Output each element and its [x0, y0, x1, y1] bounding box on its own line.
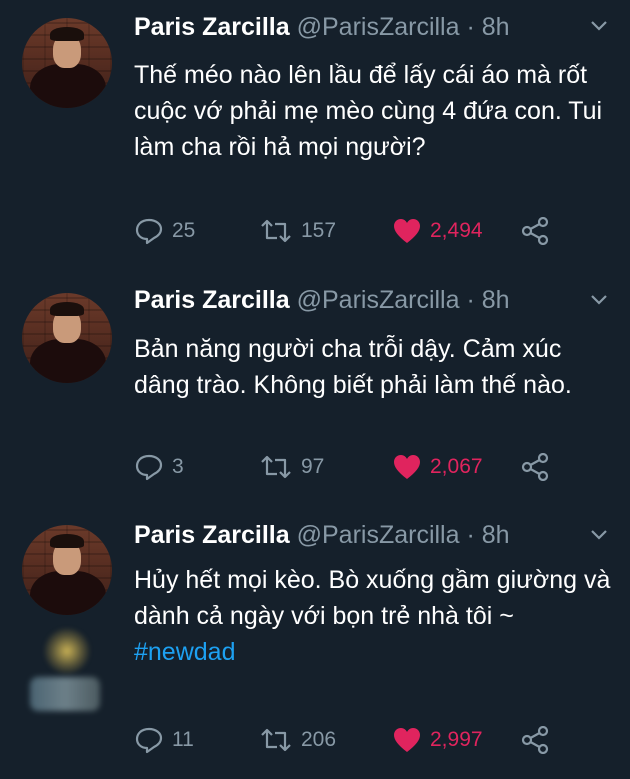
user-handle[interactable]: @ParisZarcilla [297, 521, 460, 549]
tweet-text: Hủy hết mọi kèo. Bò xuống gầm giường và … [134, 562, 614, 670]
retweet-icon [261, 728, 291, 752]
separator-dot: · [466, 521, 475, 549]
retweet-count: 206 [301, 728, 337, 751]
hashtag-link[interactable]: #newdad [134, 634, 614, 670]
like-button[interactable]: 2,997 [392, 725, 483, 755]
heart-icon [394, 728, 420, 752]
display-name[interactable]: Paris Zarcilla [134, 521, 290, 549]
retweet-button[interactable]: 206 [259, 725, 336, 755]
tweet-header: Paris Zarcilla @ParisZarcilla · 8h [134, 519, 510, 551]
tweet: Paris Zarcilla @ParisZarcilla · 8h Hủy h… [0, 0, 630, 779]
thread-connector [44, 628, 90, 674]
tweet-time[interactable]: 8h [482, 521, 510, 549]
share-icon [521, 726, 549, 754]
reply-count: 11 [172, 728, 194, 751]
avatar[interactable] [22, 525, 112, 615]
share-button[interactable] [520, 725, 558, 755]
tweet-body: Hủy hết mọi kèo. Bò xuống gầm giường và … [134, 566, 611, 630]
reply-icon [135, 727, 163, 754]
thread-connector [30, 677, 100, 711]
tweet-actions: 11 206 2,997 [134, 725, 574, 755]
chevron-down-icon[interactable] [590, 529, 608, 541]
reply-button[interactable]: 11 [134, 725, 194, 755]
like-count: 2,997 [430, 728, 483, 751]
